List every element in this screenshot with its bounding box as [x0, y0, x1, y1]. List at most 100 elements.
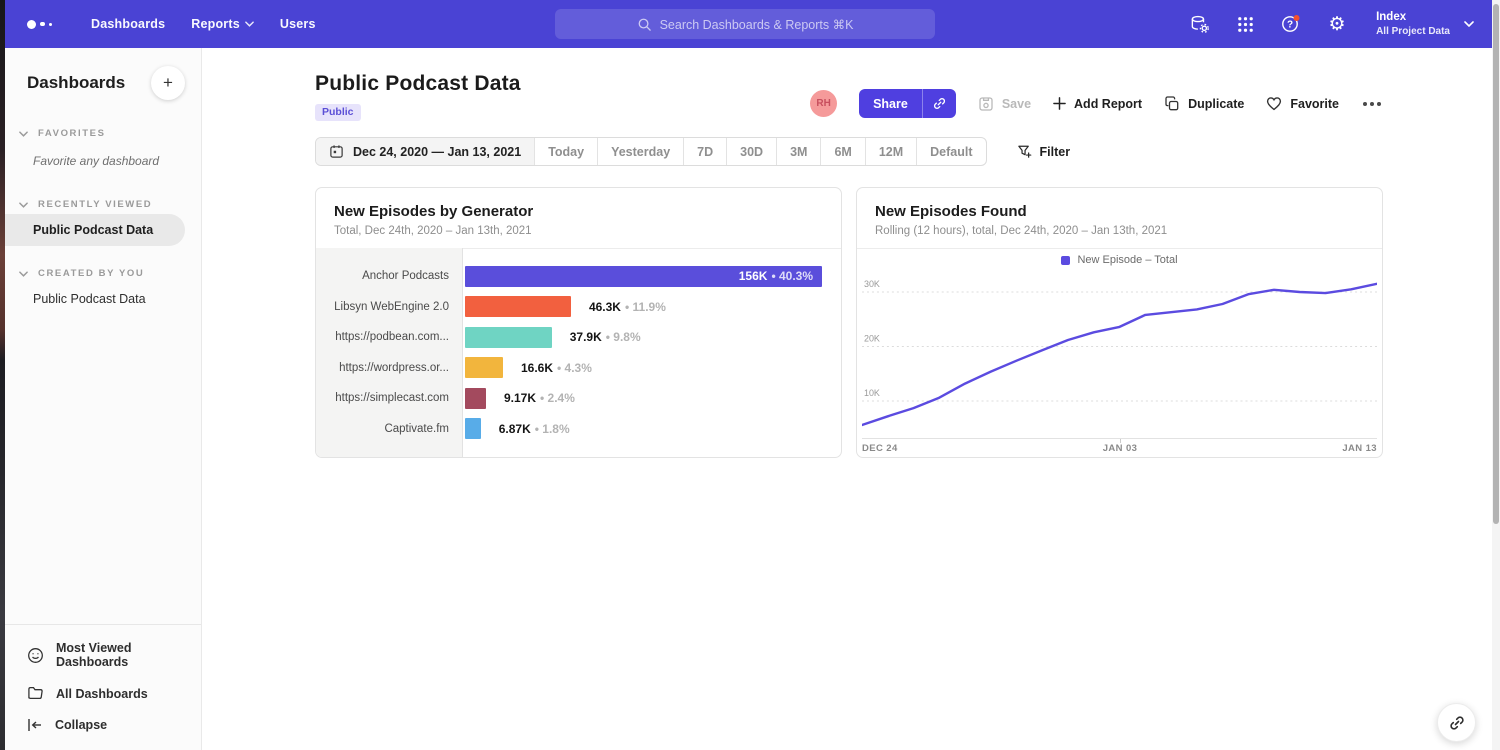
section-header-created-by-you[interactable]: CREATED BY YOU — [5, 264, 201, 283]
search-input[interactable]: Search Dashboards & Reports ⌘K — [555, 9, 935, 39]
smiley-icon — [27, 647, 44, 664]
bar-track: 16.6K• 4.3% — [463, 353, 841, 384]
date-preset-12m[interactable]: 12M — [865, 138, 916, 165]
date-preset-3m[interactable]: 3M — [776, 138, 820, 165]
bar-segment[interactable] — [465, 418, 481, 439]
chevron-down-icon — [245, 21, 254, 27]
data-sources-icon[interactable] — [1188, 13, 1210, 35]
date-preset-default[interactable]: Default — [916, 138, 985, 165]
sidebar-section-recently-viewed: RECENTLY VIEWED Public Podcast Data — [5, 195, 201, 246]
sidebar-footer: Most Viewed Dashboards All Dashboards Co… — [5, 624, 201, 750]
scrollbar-thumb[interactable] — [1493, 4, 1499, 524]
bar-segment[interactable] — [465, 296, 571, 317]
bar-track: 9.17K• 2.4% — [463, 383, 841, 414]
bar-value-label: 37.9K• 9.8% — [570, 330, 641, 344]
section-label: RECENTLY VIEWED — [38, 199, 152, 210]
all-dashboards-button[interactable]: All Dashboards — [5, 677, 201, 710]
header-actions: RH Share Save Add Report Duplicate — [810, 89, 1383, 118]
bar-value-label: 16.6K• 4.3% — [521, 361, 592, 375]
bar-track: 156K• 40.3% — [463, 261, 841, 292]
line-chart: 10K20K30K — [862, 271, 1377, 438]
bar-segment[interactable]: 156K• 40.3% — [465, 266, 822, 287]
date-range-control: Dec 24, 2020 — Jan 13, 2021 TodayYesterd… — [315, 137, 987, 166]
save-label: Save — [1002, 97, 1031, 111]
chart-title: New Episodes Found — [875, 203, 1364, 220]
link-icon — [932, 96, 947, 111]
bar-segment[interactable] — [465, 388, 486, 409]
x-axis: DEC 24JAN 03JAN 13 — [862, 438, 1377, 458]
bar-chart-rows: Anchor Podcasts156K• 40.3% Libsyn WebEngi… — [316, 261, 841, 444]
sidebar-item-public-podcast-data[interactable]: Public Podcast Data — [5, 214, 185, 246]
chart-title: New Episodes by Generator — [334, 203, 823, 220]
collapse-sidebar-button[interactable]: Collapse — [5, 710, 201, 740]
chart-subtitle: Total, Dec 24th, 2020 – Jan 13th, 2021 — [334, 225, 823, 237]
workspace-subtitle: All Project Data — [1376, 25, 1450, 38]
svg-text:?: ? — [1287, 20, 1293, 31]
bar-segment[interactable] — [465, 357, 503, 378]
nav-item-label: Dashboards — [91, 17, 165, 31]
section-header-recently-viewed[interactable]: RECENTLY VIEWED — [5, 195, 201, 214]
bar-value-label: 6.87K• 1.8% — [499, 422, 570, 436]
line-series[interactable] — [862, 284, 1377, 425]
filter-button[interactable]: Filter — [1017, 144, 1071, 159]
section-label: CREATED BY YOU — [38, 268, 144, 279]
share-link-button[interactable] — [922, 89, 956, 118]
apps-grid-icon[interactable] — [1234, 13, 1256, 35]
date-range-picker[interactable]: Dec 24, 2020 — Jan 13, 2021 — [316, 138, 534, 165]
favorite-button[interactable]: Favorite — [1266, 96, 1339, 111]
share-button[interactable]: Share — [859, 89, 922, 118]
help-icon[interactable]: ? — [1280, 13, 1302, 35]
most-viewed-dashboards-button[interactable]: Most Viewed Dashboards — [5, 633, 201, 677]
footer-item-label: Most Viewed Dashboards — [56, 641, 179, 669]
date-toolbar: Dec 24, 2020 — Jan 13, 2021 TodayYesterd… — [315, 137, 1070, 166]
workspace-switcher[interactable]: Index All Project Data — [1376, 10, 1474, 38]
bar-segment[interactable] — [465, 327, 552, 348]
bar-track: 37.9K• 9.8% — [463, 322, 841, 353]
sidebar-section-created-by-you: CREATED BY YOU Public Podcast Data — [5, 264, 201, 315]
bar-track: 6.87K• 1.8% — [463, 414, 841, 445]
filter-label: Filter — [1040, 145, 1071, 159]
nav-item-users[interactable]: Users — [280, 17, 316, 31]
date-preset-30d[interactable]: 30D — [726, 138, 776, 165]
line-chart-svg: 10K20K30K — [862, 271, 1377, 438]
settings-gear-icon[interactable]: ⚙ — [1326, 13, 1348, 35]
date-preset-today[interactable]: Today — [534, 138, 597, 165]
mode-logo-icon[interactable] — [27, 20, 65, 29]
nav-item-label: Reports — [191, 17, 240, 31]
x-axis-mid-tick — [1120, 439, 1121, 443]
avatar[interactable]: RH — [810, 90, 837, 117]
workspace-name: Index — [1376, 10, 1450, 25]
chevron-down-icon — [19, 271, 28, 277]
visibility-badge: Public — [315, 104, 361, 121]
duplicate-button[interactable]: Duplicate — [1164, 96, 1244, 112]
page-scrollbar[interactable] — [1492, 0, 1500, 750]
nav-item-reports[interactable]: Reports — [191, 17, 254, 31]
share-button-group: Share — [859, 89, 956, 118]
sidebar-item-public-podcast-data-created[interactable]: Public Podcast Data — [5, 283, 201, 315]
card-new-episodes-found: New Episodes Found Rolling (12 hours), t… — [856, 187, 1383, 458]
date-preset-6m[interactable]: 6M — [820, 138, 864, 165]
add-dashboard-button[interactable]: + — [151, 66, 185, 100]
duplicate-label: Duplicate — [1188, 97, 1244, 111]
nav-item-label: Users — [280, 17, 316, 31]
bar-value-label: 9.17K• 2.4% — [504, 391, 575, 405]
date-range-label: Dec 24, 2020 — Jan 13, 2021 — [353, 145, 521, 159]
nav-item-dashboards[interactable]: Dashboards — [91, 17, 165, 31]
more-options-button[interactable] — [1361, 98, 1383, 110]
date-preset-yesterday[interactable]: Yesterday — [597, 138, 683, 165]
bar-category-label: https://simplecast.com — [316, 392, 463, 404]
bar-row: Captivate.fm 6.87K• 1.8% — [316, 414, 841, 445]
save-button[interactable]: Save — [978, 96, 1031, 112]
footer-item-label: All Dashboards — [56, 687, 148, 701]
bar-category-label: Captivate.fm — [316, 423, 463, 435]
section-header-favorites[interactable]: FAVORITES — [5, 124, 201, 143]
app-screen: Dashboards Reports Users Search Dashboar… — [0, 0, 1500, 750]
bar-category-label: Libsyn WebEngine 2.0 — [316, 301, 463, 313]
bar-category-label: Anchor Podcasts — [316, 270, 463, 282]
date-preset-7d[interactable]: 7D — [683, 138, 726, 165]
report-cards: New Episodes by Generator Total, Dec 24t… — [315, 187, 1383, 458]
add-report-button[interactable]: Add Report — [1053, 97, 1142, 111]
date-presets: TodayYesterday7D30D3M6M12MDefault — [534, 138, 985, 165]
copy-link-fab[interactable] — [1437, 703, 1476, 742]
x-tick-label: JAN 13 — [1342, 443, 1377, 454]
